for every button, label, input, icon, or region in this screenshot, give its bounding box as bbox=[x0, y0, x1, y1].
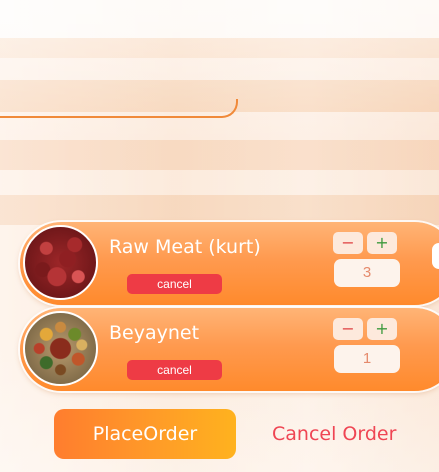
cancel-item-button[interactable]: cancel bbox=[127, 274, 222, 294]
quantity-field[interactable]: 1 bbox=[334, 345, 400, 373]
cancel-order-button[interactable]: Cancel Order bbox=[272, 421, 396, 447]
decrease-quantity-button[interactable]: − bbox=[333, 232, 363, 254]
scroll-handle[interactable] bbox=[432, 243, 439, 269]
item-name: Raw Meat (kurt) bbox=[109, 236, 261, 258]
header-underline bbox=[0, 99, 238, 118]
cart-item: Raw Meat (kurt) cancel − + 3 bbox=[20, 222, 439, 305]
increase-quantity-button[interactable]: + bbox=[367, 318, 397, 340]
quantity-field[interactable]: 3 bbox=[334, 259, 400, 287]
raw-meat-photo bbox=[23, 225, 98, 300]
cart-item: Beyaynet cancel − + 1 bbox=[20, 308, 439, 391]
item-name: Beyaynet bbox=[109, 322, 200, 344]
place-order-button[interactable]: PlaceOrder bbox=[54, 409, 236, 459]
decrease-quantity-button[interactable]: − bbox=[333, 318, 363, 340]
beyaynet-photo bbox=[23, 311, 98, 386]
cancel-item-button[interactable]: cancel bbox=[127, 360, 222, 380]
increase-quantity-button[interactable]: + bbox=[367, 232, 397, 254]
